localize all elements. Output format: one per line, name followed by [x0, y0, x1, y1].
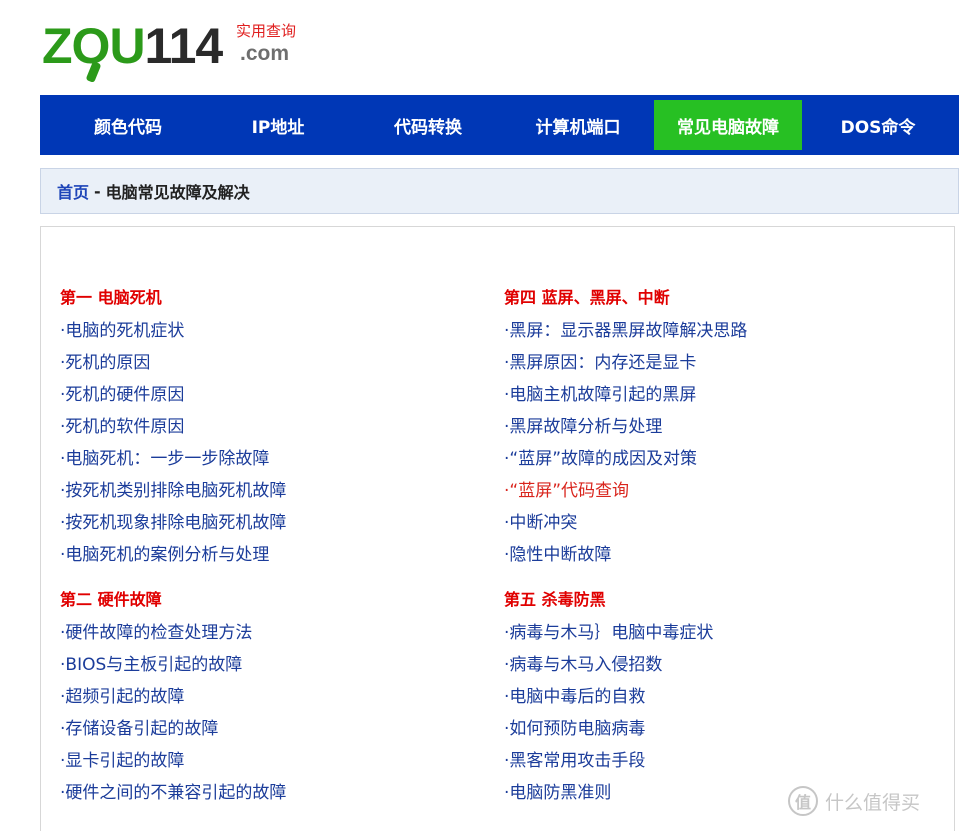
- article-link[interactable]: ·电脑死机：一步一步除故障: [60, 443, 480, 475]
- section-title: 第四 蓝屏、黑屏、中断: [504, 288, 670, 307]
- article-link[interactable]: ·死机的硬件原因: [60, 379, 480, 411]
- left-column: 第一 电脑死机 ·电脑的死机症状 ·死机的原因 ·死机的硬件原因 ·死机的软件原…: [60, 287, 480, 827]
- logo-tagline: 实用查询: [236, 22, 297, 40]
- article-link[interactable]: ·如何预防电脑病毒: [504, 713, 924, 745]
- article-link[interactable]: ·病毒与木马入侵招数: [504, 649, 924, 681]
- article-link[interactable]: ·中断冲突: [504, 507, 924, 539]
- article-link[interactable]: ·硬件故障的检查处理方法: [60, 617, 480, 649]
- article-link[interactable]: ·显卡引起的故障: [60, 745, 480, 777]
- section-title: 第一 电脑死机: [60, 288, 162, 307]
- right-column: 第四 蓝屏、黑屏、中断 ·黑屏：显示器黑屏故障解决思路 ·黑屏原因：内存还是显卡…: [504, 287, 924, 827]
- article-link[interactable]: ·存储设备引起的故障: [60, 713, 480, 745]
- nav-item-ip-address[interactable]: IP地址: [204, 100, 352, 150]
- article-link[interactable]: ·电脑的死机症状: [60, 315, 480, 347]
- section-hardware: 第二 硬件故障 ·硬件故障的检查处理方法 ·BIOS与主板引起的故障 ·超频引起…: [60, 589, 480, 809]
- watermark-text: 什么值得买: [825, 791, 921, 814]
- article-link[interactable]: ·电脑死机的案例分析与处理: [60, 539, 480, 571]
- watermark-badge-icon: 值: [788, 786, 818, 816]
- section-antivirus: 第五 杀毒防黑 ·病毒与木马｝电脑中毒症状 ·病毒与木马入侵招数 ·电脑中毒后的…: [504, 589, 924, 809]
- content-panel: 第一 电脑死机 ·电脑的死机症状 ·死机的原因 ·死机的硬件原因 ·死机的软件原…: [40, 226, 955, 831]
- article-link[interactable]: ·隐性中断故障: [504, 539, 924, 571]
- breadcrumb-home-link[interactable]: 首页: [57, 179, 89, 203]
- nav-item-computer-ports[interactable]: 计算机端口: [504, 100, 652, 150]
- article-link-highlight[interactable]: ·“蓝屏”代码查询: [504, 475, 924, 507]
- section-crash: 第一 电脑死机 ·电脑的死机症状 ·死机的原因 ·死机的硬件原因 ·死机的软件原…: [60, 287, 480, 571]
- nav-item-pc-faults[interactable]: 常见电脑故障: [654, 100, 802, 150]
- section-title: 第五 杀毒防黑: [504, 590, 606, 609]
- article-link[interactable]: ·超频引起的故障: [60, 681, 480, 713]
- section-title: 第二 硬件故障: [60, 590, 162, 609]
- article-link[interactable]: ·电脑主机故障引起的黑屏: [504, 379, 924, 411]
- article-link[interactable]: ·黑屏：显示器黑屏故障解决思路: [504, 315, 924, 347]
- article-link[interactable]: ·硬件之间的不兼容引起的故障: [60, 777, 480, 809]
- article-link[interactable]: ·按死机类别排除电脑死机故障: [60, 475, 480, 507]
- nav-item-color-code[interactable]: 颜色代码: [54, 100, 202, 150]
- article-link[interactable]: ·按死机现象排除电脑死机故障: [60, 507, 480, 539]
- article-link[interactable]: ·电脑中毒后的自救: [504, 681, 924, 713]
- nav-item-code-convert[interactable]: 代码转换: [354, 100, 502, 150]
- article-link[interactable]: ·黑客常用攻击手段: [504, 745, 924, 777]
- article-link[interactable]: ·死机的软件原因: [60, 411, 480, 443]
- article-link[interactable]: ·BIOS与主板引起的故障: [60, 649, 480, 681]
- watermark: 值 什么值得买: [788, 786, 920, 816]
- section-screen-issues: 第四 蓝屏、黑屏、中断 ·黑屏：显示器黑屏故障解决思路 ·黑屏原因：内存还是显卡…: [504, 287, 924, 571]
- article-link[interactable]: ·“蓝屏”故障的成因及对策: [504, 443, 924, 475]
- breadcrumb-current: 电脑常见故障及解决: [105, 183, 250, 202]
- article-link[interactable]: ·黑屏原因：内存还是显卡: [504, 347, 924, 379]
- article-link[interactable]: ·黑屏故障分析与处理: [504, 411, 924, 443]
- site-logo[interactable]: ZOU114 实用查询 .com: [42, 18, 312, 83]
- breadcrumb: 首页 - 电脑常见故障及解决: [40, 168, 959, 214]
- logo-text-114: 114: [144, 18, 224, 74]
- logo-wordmark: ZOU114: [42, 18, 224, 74]
- logo-text-u: U: [109, 18, 145, 74]
- article-link[interactable]: ·病毒与木马｝电脑中毒症状: [504, 617, 924, 649]
- article-link[interactable]: ·死机的原因: [60, 347, 480, 379]
- nav-item-dos-commands[interactable]: DOS命令: [804, 100, 952, 150]
- main-nav: 颜色代码 IP地址 代码转换 计算机端口 常见电脑故障 DOS命令: [40, 95, 959, 155]
- logo-domain: .com: [240, 42, 290, 65]
- breadcrumb-separator: -: [94, 181, 101, 201]
